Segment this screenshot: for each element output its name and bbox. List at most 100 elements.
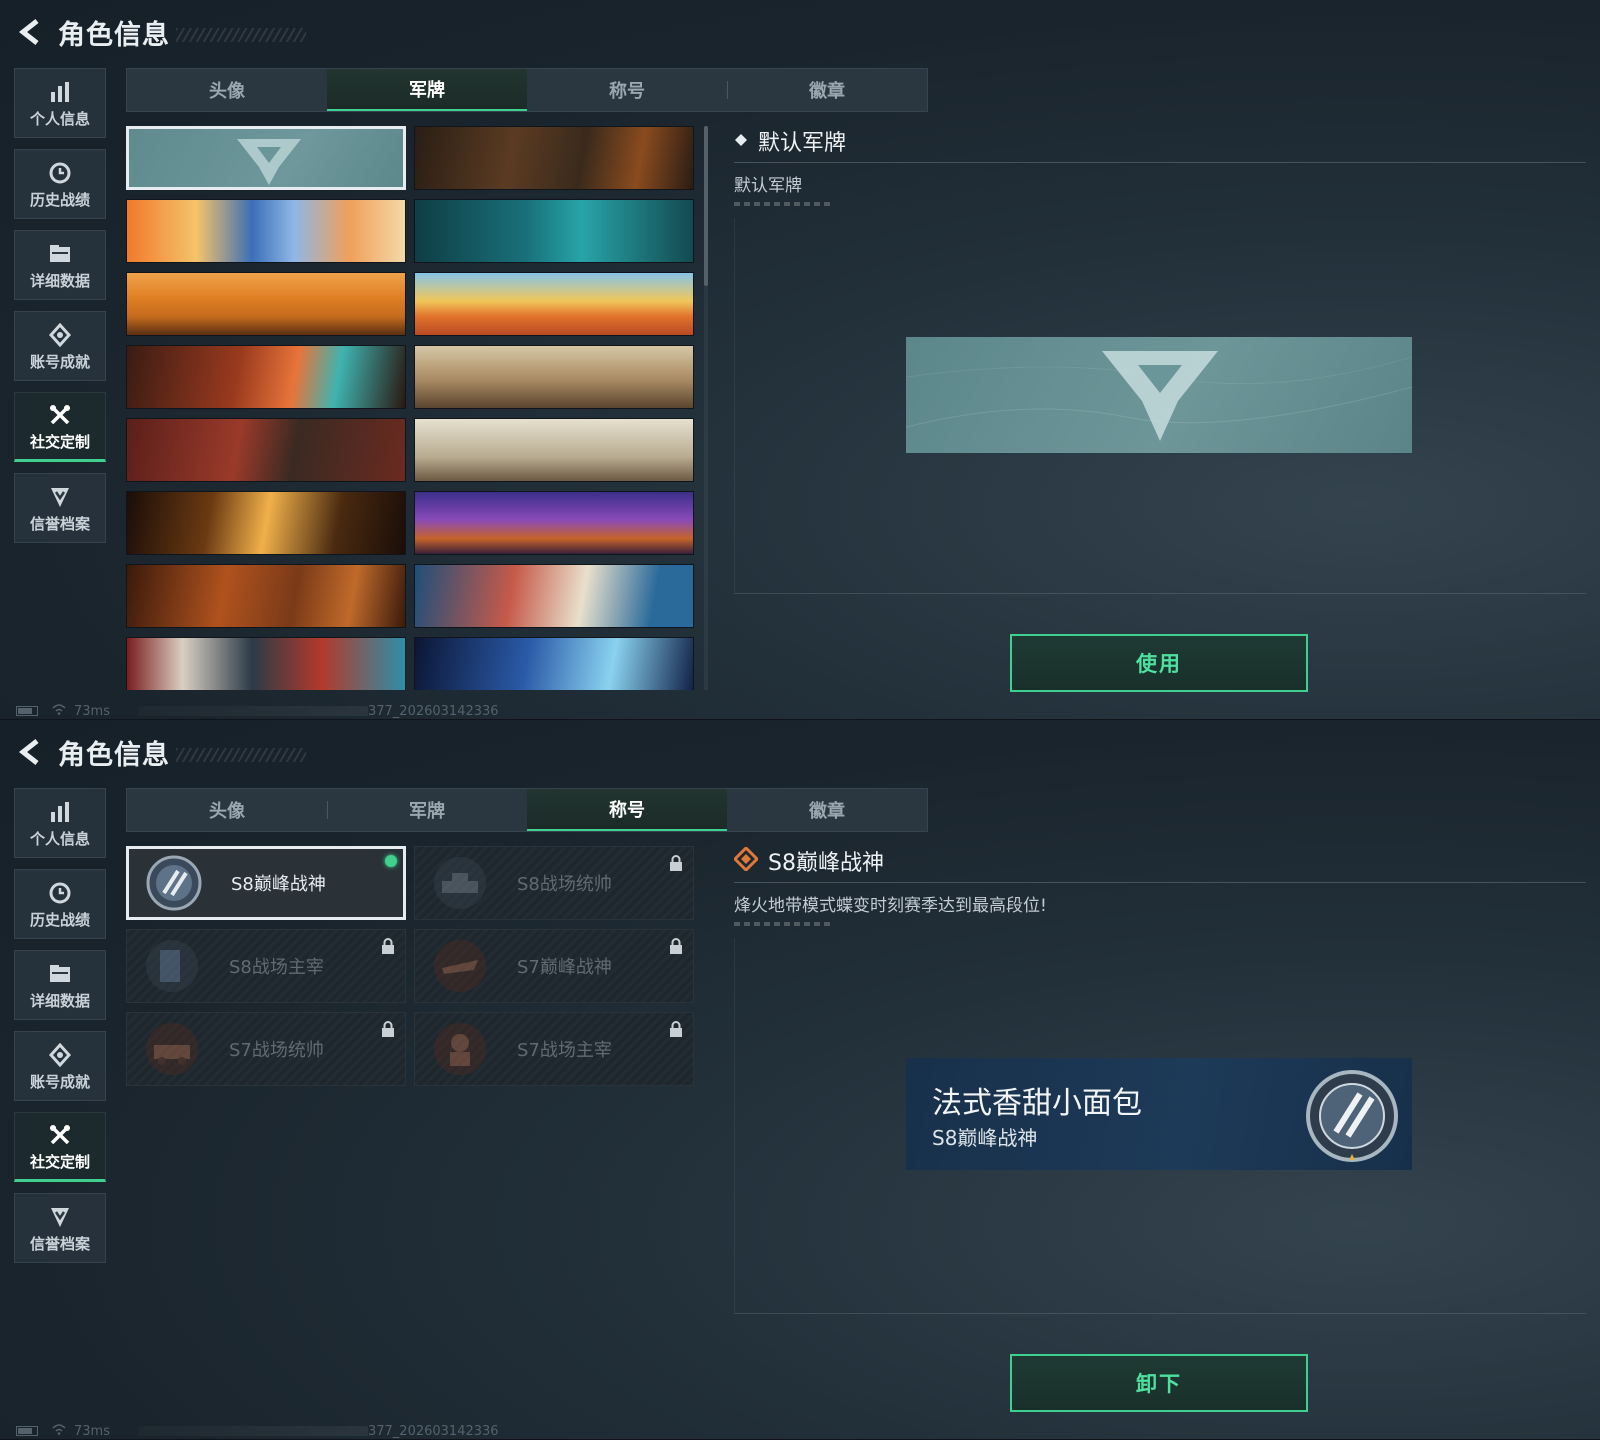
scrollbar-thumb[interactable] (704, 126, 708, 286)
military-tag-xray[interactable] (414, 637, 694, 690)
title-card[interactable]: S8战场主宰 (126, 929, 406, 1003)
sidebar-item-profile[interactable]: 个人信息 (14, 68, 106, 138)
divider (734, 882, 1586, 883)
equipped-indicator (385, 855, 397, 867)
sidebar-item-label: 个人信息 (29, 829, 90, 848)
ping-value: 73ms (74, 703, 110, 719)
military-tag-panel: 角色信息 个人信息 历史战绩 详细数据 账号成就 社交定制 信誉档案 头像 军牌… (0, 0, 1600, 720)
back-arrow-icon[interactable] (14, 15, 48, 49)
sidebar-item-label: 社交定制 (29, 1152, 90, 1171)
tab-badge[interactable]: 徽章 (727, 789, 927, 831)
build-code: 377_202603142336 (367, 703, 499, 719)
sidebar: 个人信息 历史战绩 详细数据 账号成就 社交定制 信誉档案 (14, 68, 106, 554)
back-arrow-icon[interactable] (14, 735, 48, 769)
status-filler (137, 706, 368, 716)
title-card[interactable]: S8战场统帅 (414, 846, 694, 920)
sidebar-item-label: 账号成就 (29, 1072, 90, 1091)
bar-chart-icon (48, 798, 72, 826)
history-clock-icon (48, 879, 72, 907)
military-tag-desert[interactable] (126, 272, 406, 336)
detail-name: S8巅峰战神 (768, 851, 884, 876)
default-tag-logo-icon (237, 139, 301, 185)
military-tag-octopus[interactable] (414, 564, 694, 628)
rank-diamond-icon (732, 845, 760, 875)
soldier-emblem-icon (429, 1018, 491, 1080)
divider-dots (734, 202, 834, 206)
vehicle-emblem-icon (141, 1018, 203, 1080)
sidebar-item-profile[interactable]: 个人信息 (14, 788, 106, 858)
military-tag-default[interactable] (126, 126, 406, 190)
sidebar-item-social[interactable]: 社交定制 (14, 392, 106, 462)
battery-icon (16, 1426, 38, 1436)
title-card[interactable]: S7战场主宰 (414, 1012, 694, 1086)
military-tag-preview (905, 337, 1413, 453)
sidebar-item-achievements[interactable]: 账号成就 (14, 311, 106, 381)
status-filler (137, 1426, 368, 1436)
unequip-button[interactable]: 卸下 (1010, 1354, 1308, 1412)
tab-title[interactable]: 称号 (527, 69, 727, 111)
tab-badge[interactable]: 徽章 (727, 69, 927, 111)
sidebar-item-label: 社交定制 (29, 432, 90, 451)
bar-chart-icon (48, 78, 72, 106)
tab-title[interactable]: 称号 (527, 789, 727, 831)
sidebar-item-details[interactable]: 详细数据 (14, 950, 106, 1020)
sidebar-item-achievements[interactable]: 账号成就 (14, 1031, 106, 1101)
sidebar-item-label: 账号成就 (29, 352, 90, 371)
military-tag-pixel[interactable] (126, 637, 406, 690)
title-card[interactable]: S7战场统帅 (126, 1012, 406, 1086)
tools-cross-icon (48, 1121, 72, 1149)
title-preview-card: 法式香甜小面包 S8巅峰战神 (906, 1058, 1412, 1170)
sidebar-item-reputation[interactable]: 信誉档案 (14, 1193, 106, 1263)
shield-chevron-icon (48, 1203, 72, 1231)
achievement-diamond-icon (48, 1041, 72, 1069)
title-decoration (176, 748, 306, 762)
build-code: 377_202603142336 (367, 1423, 499, 1439)
battery-icon (16, 706, 38, 716)
sidebar-item-history[interactable]: 历史战绩 (14, 869, 106, 939)
military-tag-soldier-teal[interactable] (414, 199, 694, 263)
military-tag-lanterns[interactable] (126, 491, 406, 555)
military-tag-squad[interactable] (126, 418, 406, 482)
use-button[interactable]: 使用 (1010, 634, 1308, 692)
ping-value: 73ms (74, 1423, 110, 1439)
military-tag-autumn[interactable] (126, 564, 406, 628)
military-tag-market[interactable] (414, 272, 694, 336)
military-tag-skull[interactable] (414, 491, 694, 555)
sidebar-item-details[interactable]: 详细数据 (14, 230, 106, 300)
title-decoration (176, 28, 306, 42)
tab-avatar[interactable]: 头像 (127, 789, 327, 831)
tab-military-tag[interactable]: 军牌 (327, 789, 527, 831)
military-tag-weapons[interactable] (414, 126, 694, 190)
military-tag-feather[interactable] (126, 345, 406, 409)
sidebar-item-social[interactable]: 社交定制 (14, 1112, 106, 1182)
emblem-icon (1302, 1066, 1402, 1166)
tab-military-tag[interactable]: 军牌 (327, 69, 527, 111)
military-tag-town[interactable] (414, 345, 694, 409)
sidebar-item-label: 历史战绩 (29, 910, 90, 929)
detail-description: 默认军牌 (734, 176, 802, 196)
wifi-icon (52, 1423, 66, 1439)
detail-panel: S8巅峰战神 烽火地带模式蝶变时刻赛季达到最高段位! (732, 844, 1586, 926)
page-title: 角色信息 (58, 19, 170, 51)
tab-avatar[interactable]: 头像 (127, 69, 327, 111)
lock-icon (669, 1021, 683, 1041)
title-card[interactable]: S8巅峰战神 (126, 846, 406, 920)
status-bar: 73ms 377_202603142336 (16, 703, 499, 719)
diamond-bullet-icon (734, 132, 748, 151)
sidebar-item-reputation[interactable]: 信誉档案 (14, 473, 106, 543)
building-emblem-icon (141, 935, 203, 997)
tab-bar: 头像 军牌 称号 徽章 (126, 68, 928, 112)
sidebar: 个人信息 历史战绩 详细数据 账号成就 社交定制 信誉档案 (14, 788, 106, 1274)
sidebar-item-label: 详细数据 (29, 991, 90, 1010)
military-tag-art-blue[interactable] (126, 199, 406, 263)
sidebar-item-history[interactable]: 历史战绩 (14, 149, 106, 219)
title-card[interactable]: S7巅峰战神 (414, 929, 694, 1003)
title-name: S8巅峰战神 (231, 874, 326, 895)
aircraft-emblem-icon (429, 935, 491, 997)
page-title: 角色信息 (58, 739, 170, 771)
default-tag-logo-icon (905, 351, 1413, 441)
sidebar-item-label: 历史战绩 (29, 190, 90, 209)
military-tag-grid[interactable] (126, 126, 706, 690)
military-tag-windmill[interactable] (414, 418, 694, 482)
lock-icon (381, 938, 395, 958)
